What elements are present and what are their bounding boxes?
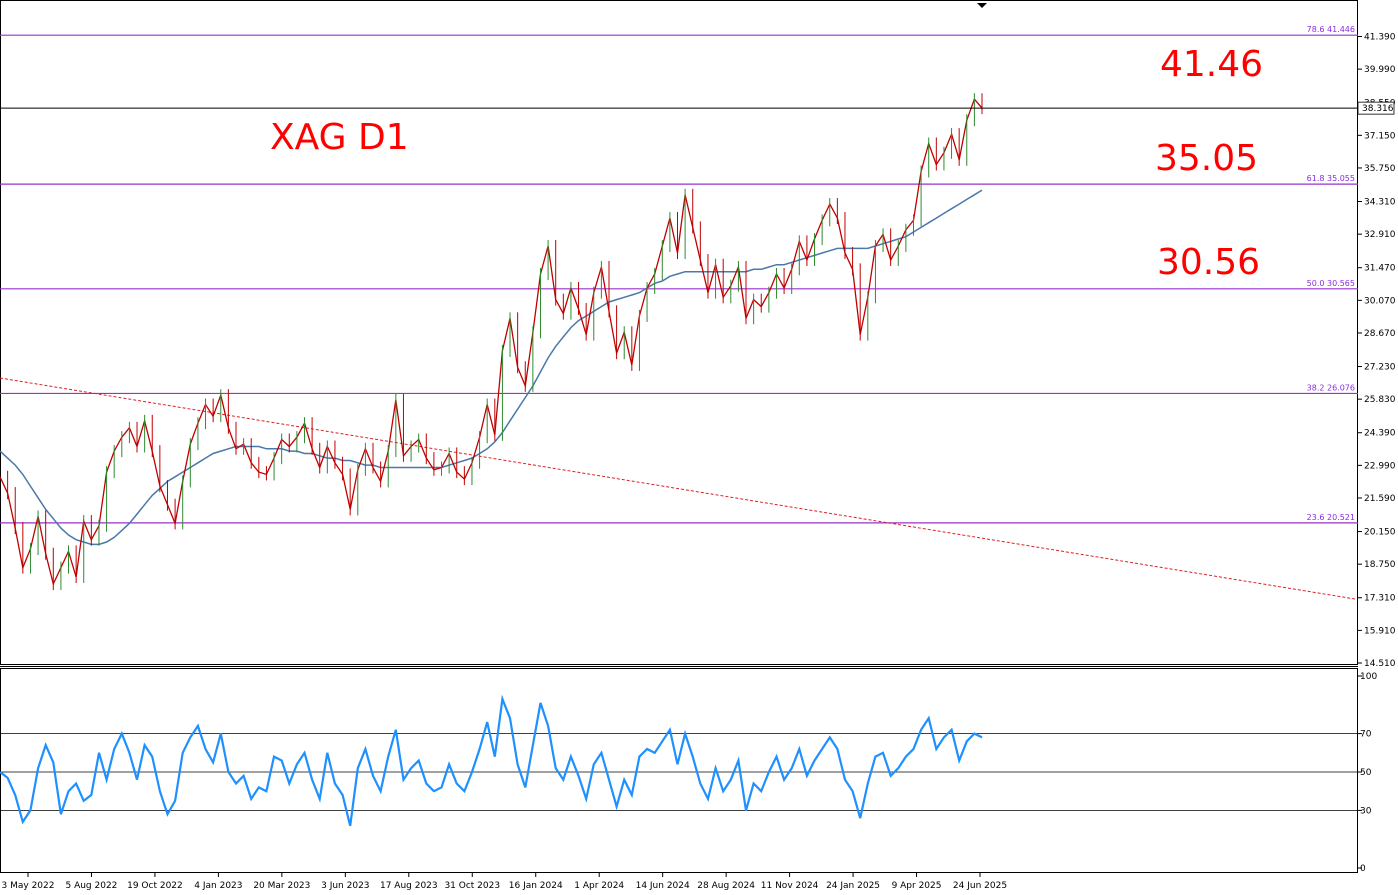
date-tick-label: 28 Aug 2024 xyxy=(697,881,755,891)
current-price-label: 38.316 xyxy=(1362,104,1394,114)
date-axis: 3 May 2022 5 Aug 2022 19 Oct 2022 4 Jan 202… xyxy=(2,873,1007,891)
price-tick-label: 22.990 xyxy=(1364,461,1396,471)
price-tick-label: 17.310 xyxy=(1364,594,1396,604)
date-tick-label: 16 Jan 2024 xyxy=(509,881,563,891)
price-tick-label: 37.150 xyxy=(1364,131,1396,141)
date-tick-label: 3 Jun 2023 xyxy=(321,881,369,891)
target-label: 35.05 xyxy=(1155,138,1258,179)
price-tick-label: 31.470 xyxy=(1364,264,1396,274)
price-tick-label: 14.510 xyxy=(1364,659,1396,669)
rsi-tick-label: 0 xyxy=(1360,864,1366,874)
price-tick-label: 27.230 xyxy=(1364,363,1396,373)
rsi-path xyxy=(0,694,983,827)
date-tick-label: 5 Aug 2022 xyxy=(65,881,117,891)
current-price-line: 38.316 xyxy=(0,101,1395,115)
date-tick-label: 1 Apr 2024 xyxy=(574,881,624,891)
price-tick-label: 30.070 xyxy=(1364,296,1396,306)
ma-path xyxy=(0,189,983,546)
chart-title: XAG D1 xyxy=(270,117,409,158)
date-tick-label: 4 Jan 2023 xyxy=(194,881,242,891)
date-tick-label: 11 Nov 2024 xyxy=(761,881,819,891)
shift-marker-icon xyxy=(977,3,987,8)
date-tick-label: 9 Apr 2025 xyxy=(892,881,942,891)
rsi-axis: 100 70 50 30 0 xyxy=(1358,672,1377,874)
date-tick-label: 14 Jun 2024 xyxy=(636,881,690,891)
main-pane-frame xyxy=(0,0,1358,665)
rsi-tick-label: 70 xyxy=(1360,730,1372,740)
date-tick-label: 24 Jun 2025 xyxy=(953,881,1007,891)
moving-average xyxy=(0,189,983,546)
price-tick-label: 18.750 xyxy=(1364,560,1396,570)
price-tick-label: 34.310 xyxy=(1364,198,1396,208)
price-tick-label: 41.390 xyxy=(1364,33,1396,43)
rsi-tick-label: 100 xyxy=(1360,672,1377,682)
price-tick-label: 39.990 xyxy=(1364,65,1396,75)
rsi-pane-frame xyxy=(0,668,1358,873)
price-axis: 41.39039.99038.55037.15035.75034.31032.9… xyxy=(1358,33,1396,669)
rsi-tick-label: 30 xyxy=(1360,806,1372,816)
price-tick-label: 32.910 xyxy=(1364,230,1396,240)
target-labels: 41.46 35.05 30.56 xyxy=(1155,44,1263,283)
price-path xyxy=(0,97,983,586)
price-tick-label: 35.750 xyxy=(1364,164,1396,174)
target-label: 41.46 xyxy=(1160,44,1263,85)
date-tick-label: 20 Mar 2023 xyxy=(253,881,310,891)
fib-label: 23.6 20.521 xyxy=(1307,513,1355,522)
date-tick-label: 3 May 2022 xyxy=(2,881,55,891)
price-tick-label: 24.390 xyxy=(1364,429,1396,439)
fib-label: 50.0 30.565 xyxy=(1307,279,1355,288)
date-tick-label: 19 Oct 2022 xyxy=(127,881,183,891)
date-tick-label: 24 Jan 2025 xyxy=(826,881,880,891)
fib-label: 38.2 26.076 xyxy=(1307,383,1355,392)
date-tick-label: 31 Oct 2023 xyxy=(444,881,500,891)
target-label: 30.56 xyxy=(1157,242,1260,283)
price-series xyxy=(0,93,983,590)
price-tick-label: 20.150 xyxy=(1364,528,1396,538)
xag-chart: 41.39039.99038.55037.15035.75034.31032.9… xyxy=(0,0,1396,891)
price-tick-label: 25.830 xyxy=(1364,395,1396,405)
fib-label: 61.8 35.055 xyxy=(1307,174,1355,183)
fib-label: 78.6 41.446 xyxy=(1307,25,1355,34)
date-tick-label: 17 Aug 2023 xyxy=(380,881,438,891)
rsi-tick-label: 50 xyxy=(1360,768,1372,778)
price-tick-label: 21.590 xyxy=(1364,494,1396,504)
price-tick-label: 28.670 xyxy=(1364,329,1396,339)
rsi-series xyxy=(0,694,983,827)
price-tick-label: 15.910 xyxy=(1364,626,1396,636)
